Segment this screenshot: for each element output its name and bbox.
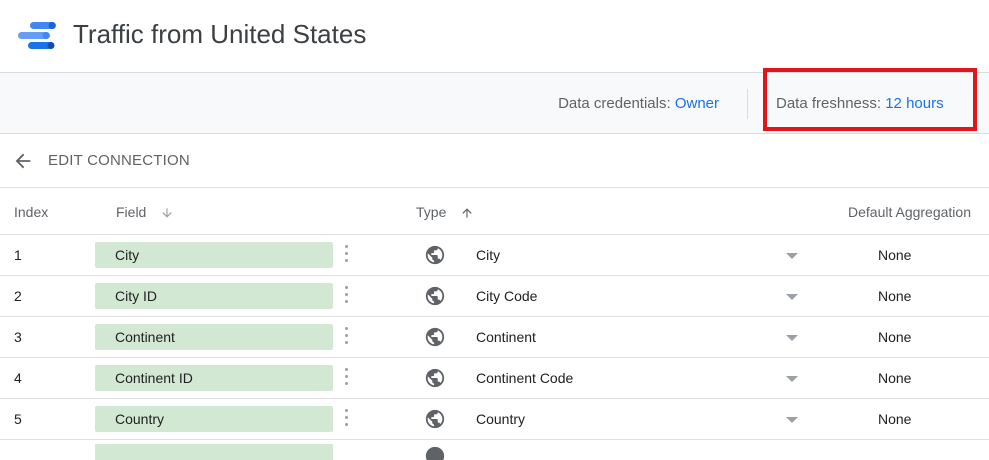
globe-icon	[424, 244, 446, 266]
column-header-type[interactable]: Type	[416, 204, 474, 220]
field-type: City Code	[476, 288, 538, 304]
field-chip[interactable]: Continent ID	[95, 365, 333, 391]
field-type: Continent Code	[476, 370, 574, 386]
table-row: 5 Country Country None	[0, 399, 989, 440]
field-name: Continent	[115, 329, 175, 345]
app-header: Traffic from United States	[0, 0, 989, 72]
more-vert-icon[interactable]	[344, 286, 350, 306]
field-type: City	[476, 247, 501, 263]
globe-icon	[424, 408, 446, 430]
default-aggregation[interactable]: None	[878, 329, 911, 345]
field-name: City ID	[115, 288, 157, 304]
data-credentials: Data credentials: Owner	[558, 95, 719, 112]
edit-connection-bar: EDIT CONNECTION	[0, 134, 989, 188]
type-dropdown-arrow-icon[interactable]	[786, 294, 798, 300]
table-row: 1 City City None	[0, 235, 989, 276]
table-row-partial	[0, 440, 989, 460]
type-dropdown-arrow-icon[interactable]	[786, 376, 798, 382]
row-index: 4	[14, 370, 22, 386]
field-chip-partial	[95, 444, 333, 460]
arrow-up-icon	[462, 208, 472, 218]
more-vert-icon[interactable]	[344, 409, 350, 429]
globe-icon	[424, 285, 446, 307]
field-name: Country	[115, 411, 165, 427]
row-index: 3	[14, 329, 22, 345]
data-credentials-link[interactable]: Owner	[675, 95, 719, 112]
row-index: 2	[14, 288, 22, 304]
more-vert-icon[interactable]	[344, 245, 350, 265]
field-type: Continent	[476, 329, 536, 345]
field-chip[interactable]: City	[95, 242, 333, 268]
column-header-field-label: Field	[116, 204, 147, 220]
more-vert-icon[interactable]	[344, 368, 350, 388]
field-chip[interactable]: City ID	[95, 283, 333, 309]
field-chip[interactable]: Country	[95, 406, 333, 432]
default-aggregation[interactable]: None	[878, 411, 911, 427]
globe-icon	[425, 446, 445, 460]
type-dropdown-arrow-icon[interactable]	[786, 335, 798, 341]
default-aggregation[interactable]: None	[878, 288, 911, 304]
row-index: 1	[14, 247, 22, 263]
row-index: 5	[14, 411, 22, 427]
vertical-divider	[747, 89, 748, 119]
page-title: Traffic from United States	[73, 19, 367, 49]
column-header-type-label: Type	[416, 204, 447, 220]
field-type: Country	[476, 411, 526, 427]
field-name: Continent ID	[115, 370, 193, 386]
table-row: 2 City ID City Code None	[0, 276, 989, 317]
type-dropdown-arrow-icon[interactable]	[786, 417, 798, 423]
column-header-index[interactable]: Index	[14, 204, 48, 220]
data-studio-logo-icon	[18, 22, 56, 49]
table-header: Index Field Type Default Aggregation	[0, 188, 989, 235]
globe-icon	[424, 326, 446, 348]
column-header-field[interactable]: Field	[116, 204, 174, 220]
more-vert-icon[interactable]	[344, 327, 350, 347]
default-aggregation[interactable]: None	[878, 247, 911, 263]
arrow-down-icon	[162, 208, 172, 218]
type-dropdown-arrow-icon[interactable]	[786, 253, 798, 259]
column-header-aggregation[interactable]: Default Aggregation	[848, 204, 971, 220]
field-chip[interactable]: Continent	[95, 324, 333, 350]
arrow-back-icon[interactable]	[12, 150, 34, 172]
data-credentials-label: Data credentials:	[558, 95, 675, 112]
globe-icon	[424, 367, 446, 389]
field-name: City	[115, 247, 140, 263]
default-aggregation[interactable]: None	[878, 370, 911, 386]
highlight-box	[763, 68, 977, 131]
table-row: 4 Continent ID Continent Code None	[0, 358, 989, 399]
table-row: 3 Continent Continent None	[0, 317, 989, 358]
edit-connection-button[interactable]: EDIT CONNECTION	[48, 152, 190, 169]
